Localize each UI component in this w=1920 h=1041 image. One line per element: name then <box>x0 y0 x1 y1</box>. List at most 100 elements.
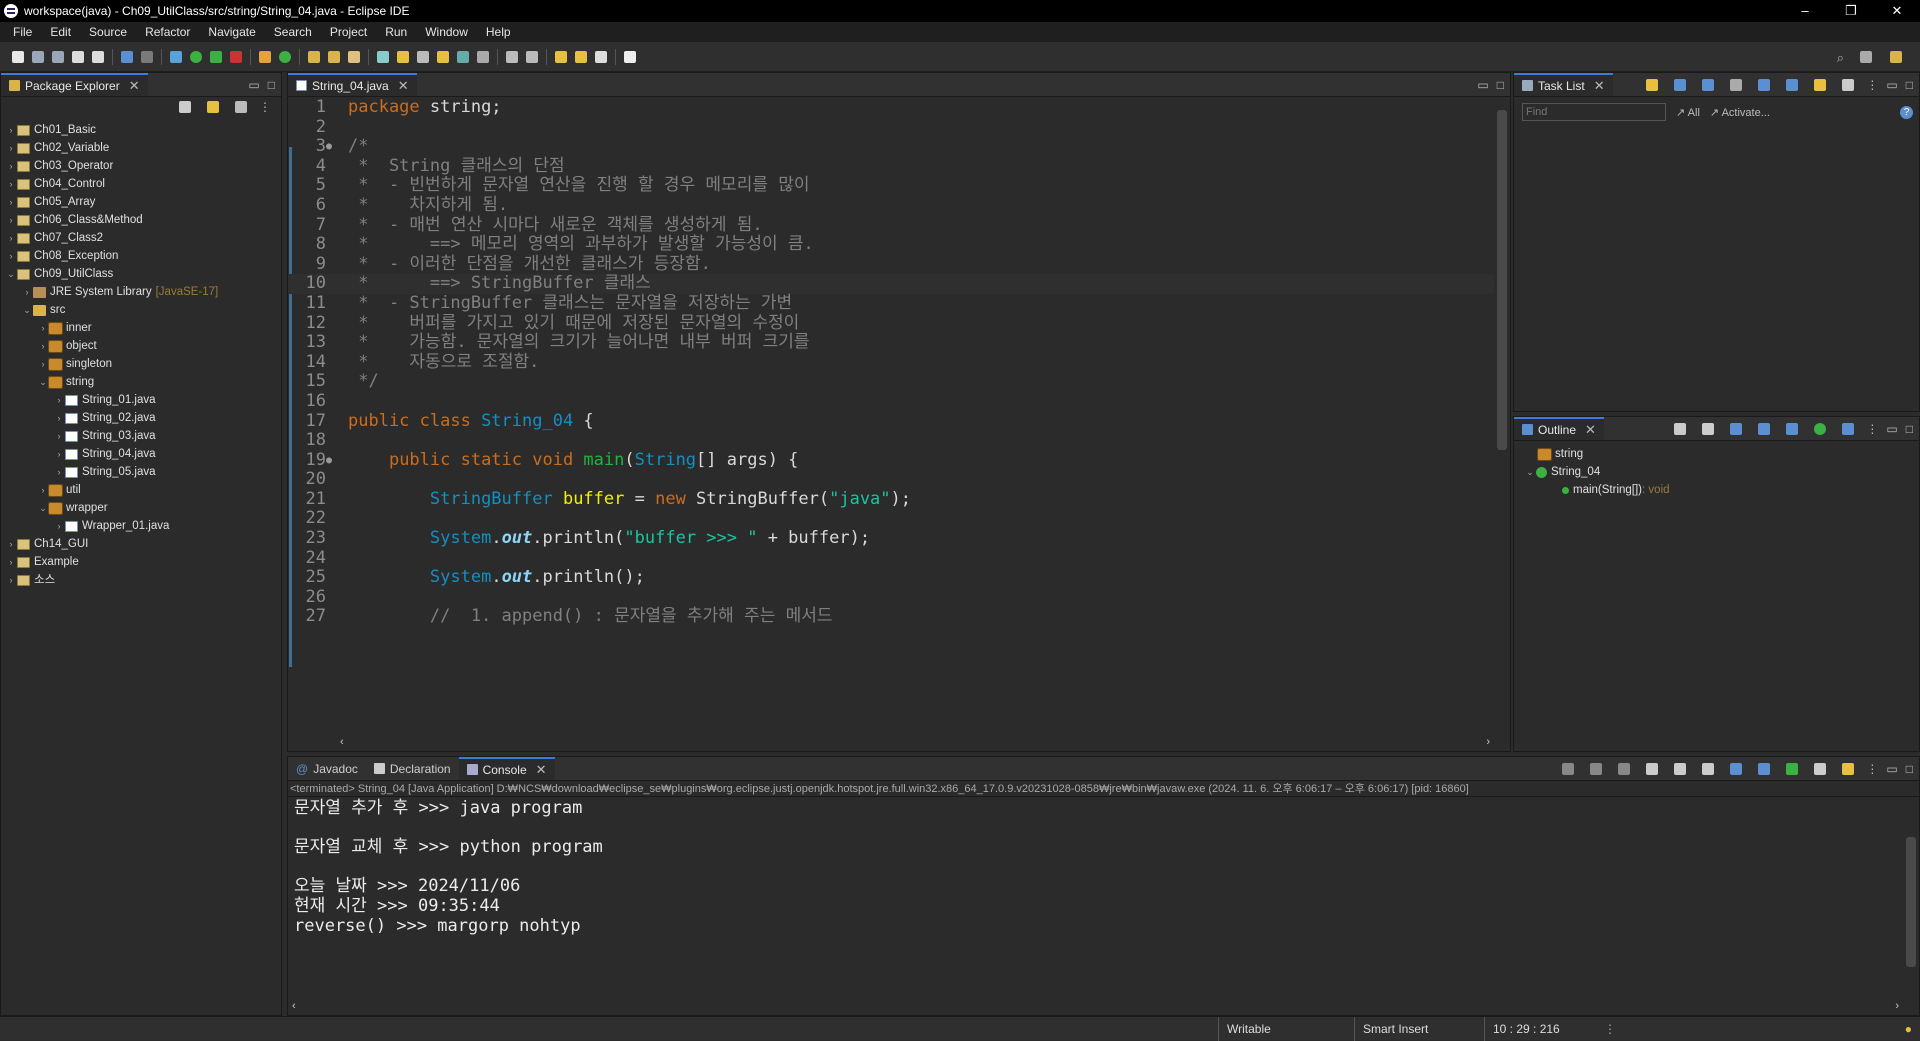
fold-marker-icon[interactable] <box>326 333 338 353</box>
tree-item[interactable]: › String_04.java <box>5 445 281 463</box>
code-line[interactable]: 8 * ==> 메모리 영역의 과부하가 발생할 가능성이 큼. <box>288 234 1494 255</box>
chevron-down-icon[interactable]: ⌄ <box>1524 463 1536 481</box>
maximize-view-icon[interactable]: □ <box>1906 762 1913 776</box>
code-line[interactable]: 27 // 1. append() : 문자열을 추가해 주는 메서드 <box>288 607 1494 627</box>
external-tools-icon[interactable] <box>230 50 242 63</box>
status-menu-icon[interactable]: ⋮ <box>1604 1022 1616 1036</box>
tree-item[interactable]: ⌄ string <box>5 373 281 391</box>
tree-item[interactable]: › inner <box>5 319 281 337</box>
new-class-icon[interactable] <box>279 50 291 63</box>
word-wrap-icon[interactable] <box>1702 763 1715 775</box>
chevron-right-icon[interactable]: › <box>5 175 17 193</box>
tab-string-04-java[interactable]: String_04.java ✕ <box>288 73 417 96</box>
hide-local-types-icon[interactable] <box>1814 423 1827 435</box>
categorized-icon[interactable] <box>1674 79 1687 91</box>
activate-link[interactable]: ↗ Activate... <box>1710 106 1770 119</box>
back-icon[interactable] <box>575 50 587 63</box>
chevron-down-icon[interactable]: ⌄ <box>37 499 49 517</box>
fold-marker-icon[interactable] <box>326 98 338 118</box>
outline-item-class[interactable]: ⌄ String_04 <box>1524 463 1919 481</box>
tab-outline[interactable]: Outline ✕ <box>1514 417 1604 440</box>
tree-item[interactable]: › Example <box>5 553 281 571</box>
tree-item[interactable]: › String_01.java <box>5 391 281 409</box>
tree-item[interactable]: › Ch05_Array <box>5 193 281 211</box>
view-menu-icon[interactable]: ⋮ <box>1866 422 1878 436</box>
save-icon[interactable] <box>32 50 44 63</box>
open-perspective-icon[interactable] <box>1860 51 1872 63</box>
fold-marker-icon[interactable] <box>326 314 338 334</box>
chevron-right-icon[interactable]: › <box>5 553 17 571</box>
minimize-view-icon[interactable]: ▭ <box>1886 762 1897 776</box>
minimize-view-icon[interactable]: ▭ <box>1477 78 1488 92</box>
link-editor-icon[interactable] <box>207 101 219 113</box>
tips-icon[interactable]: ● <box>1905 1022 1912 1036</box>
fold-marker-icon[interactable] <box>326 549 338 569</box>
last-edit-icon[interactable] <box>555 50 567 63</box>
chevron-down-icon[interactable]: ⌄ <box>37 373 49 391</box>
code-line[interactable]: 22 <box>288 509 1494 529</box>
fold-marker-icon[interactable] <box>326 568 338 588</box>
prev-annotation-icon[interactable] <box>526 50 538 63</box>
chevron-right-icon[interactable]: › <box>53 409 65 427</box>
code-line[interactable]: 13 * 가능함. 문자열의 크기가 늘어나면 내부 버퍼 크기를 <box>288 332 1494 353</box>
coverage-icon[interactable] <box>210 50 222 63</box>
show-tasks-icon[interactable] <box>1842 79 1855 91</box>
tab-package-explorer[interactable]: Package Explorer ✕ <box>1 73 148 96</box>
menu-project[interactable]: Project <box>321 25 376 39</box>
code-line[interactable]: 18 <box>288 430 1494 451</box>
tree-item[interactable]: › singleton <box>5 355 281 373</box>
fold-marker-icon[interactable] <box>326 157 338 177</box>
code-area[interactable]: 1 package string; 2 3 ●/* 4 * String 클래스의 단점 5… <box>288 98 1494 735</box>
close-icon[interactable]: ✕ <box>536 762 547 778</box>
focus-icon[interactable] <box>1758 79 1771 91</box>
scroll-right-icon[interactable]: › <box>1895 1000 1899 1012</box>
outline-item-method[interactable]: main(String[]) : void <box>1524 481 1919 499</box>
tree-item[interactable]: › Ch04_Control <box>5 175 281 193</box>
code-line[interactable]: 1 package string; <box>288 98 1494 118</box>
scroll-left-icon[interactable]: ‹ <box>292 1000 296 1012</box>
show-on-stderr-icon[interactable] <box>1758 763 1771 775</box>
code-line[interactable]: 17 public class String_04 { <box>288 411 1494 432</box>
hide-completed-icon[interactable] <box>1730 79 1743 91</box>
sync-icon[interactable] <box>1814 79 1827 91</box>
chevron-right-icon[interactable]: › <box>53 463 65 481</box>
code-line[interactable]: 5 * - 빈번하게 문자열 연산을 진행 할 경우 메모리를 많이 <box>288 176 1494 196</box>
hide-nonpublic-icon[interactable] <box>1786 423 1799 435</box>
chevron-down-icon[interactable]: ⌄ <box>5 265 17 283</box>
annotation-icon[interactable] <box>377 50 389 63</box>
toggle-mark-icon[interactable] <box>417 50 429 63</box>
code-line[interactable]: 11 * - StringBuffer 클래스는 문자열을 저장하는 가변 <box>288 293 1494 314</box>
pin-console-icon[interactable] <box>1786 763 1799 775</box>
chevron-right-icon[interactable]: › <box>5 157 17 175</box>
outline-item-package[interactable]: string <box>1524 445 1919 463</box>
console-horizontal-scrollbar[interactable]: ‹ › <box>288 999 1903 1015</box>
tab-task-list[interactable]: Task List ✕ <box>1514 73 1613 96</box>
remove-launch-icon[interactable] <box>1590 763 1603 775</box>
search-icon[interactable]: ⌕ <box>1837 50 1844 66</box>
filter-icon[interactable] <box>235 101 247 113</box>
fold-marker-icon[interactable] <box>326 392 338 412</box>
undo-icon[interactable] <box>72 50 84 63</box>
fold-marker-icon[interactable]: ● <box>326 137 338 157</box>
tree-item[interactable]: ⌄ wrapper <box>5 499 281 517</box>
display-console-icon[interactable] <box>1814 763 1827 775</box>
maximize-view-icon[interactable]: □ <box>1497 78 1504 92</box>
code-line[interactable]: 14 * 자동으로 조절함. <box>288 352 1494 373</box>
close-icon[interactable]: ✕ <box>129 78 140 94</box>
fold-marker-icon[interactable] <box>326 274 338 294</box>
task-find-input[interactable] <box>1522 103 1666 121</box>
forward-icon[interactable] <box>595 50 607 63</box>
tree-item[interactable]: › Wrapper_01.java <box>5 517 281 535</box>
menu-file[interactable]: File <box>4 25 41 39</box>
code-line[interactable]: 4 * String 클래스의 단점 <box>288 156 1494 177</box>
code-line[interactable]: 19 ● public static void main(String[] arg… <box>288 450 1494 471</box>
fold-marker-icon[interactable] <box>326 118 338 138</box>
code-line[interactable]: 21 StringBuffer buffer = new StringBuffe… <box>288 489 1494 510</box>
skip-breakpoints-icon[interactable] <box>141 50 153 63</box>
close-window-button[interactable]: ✕ <box>1874 0 1920 22</box>
menu-window[interactable]: Window <box>416 25 477 39</box>
tree-item[interactable]: › object <box>5 337 281 355</box>
new-icon[interactable] <box>12 50 24 63</box>
pilcrow-icon[interactable] <box>477 50 489 63</box>
tree-item[interactable]: › Ch01_Basic <box>5 121 281 139</box>
